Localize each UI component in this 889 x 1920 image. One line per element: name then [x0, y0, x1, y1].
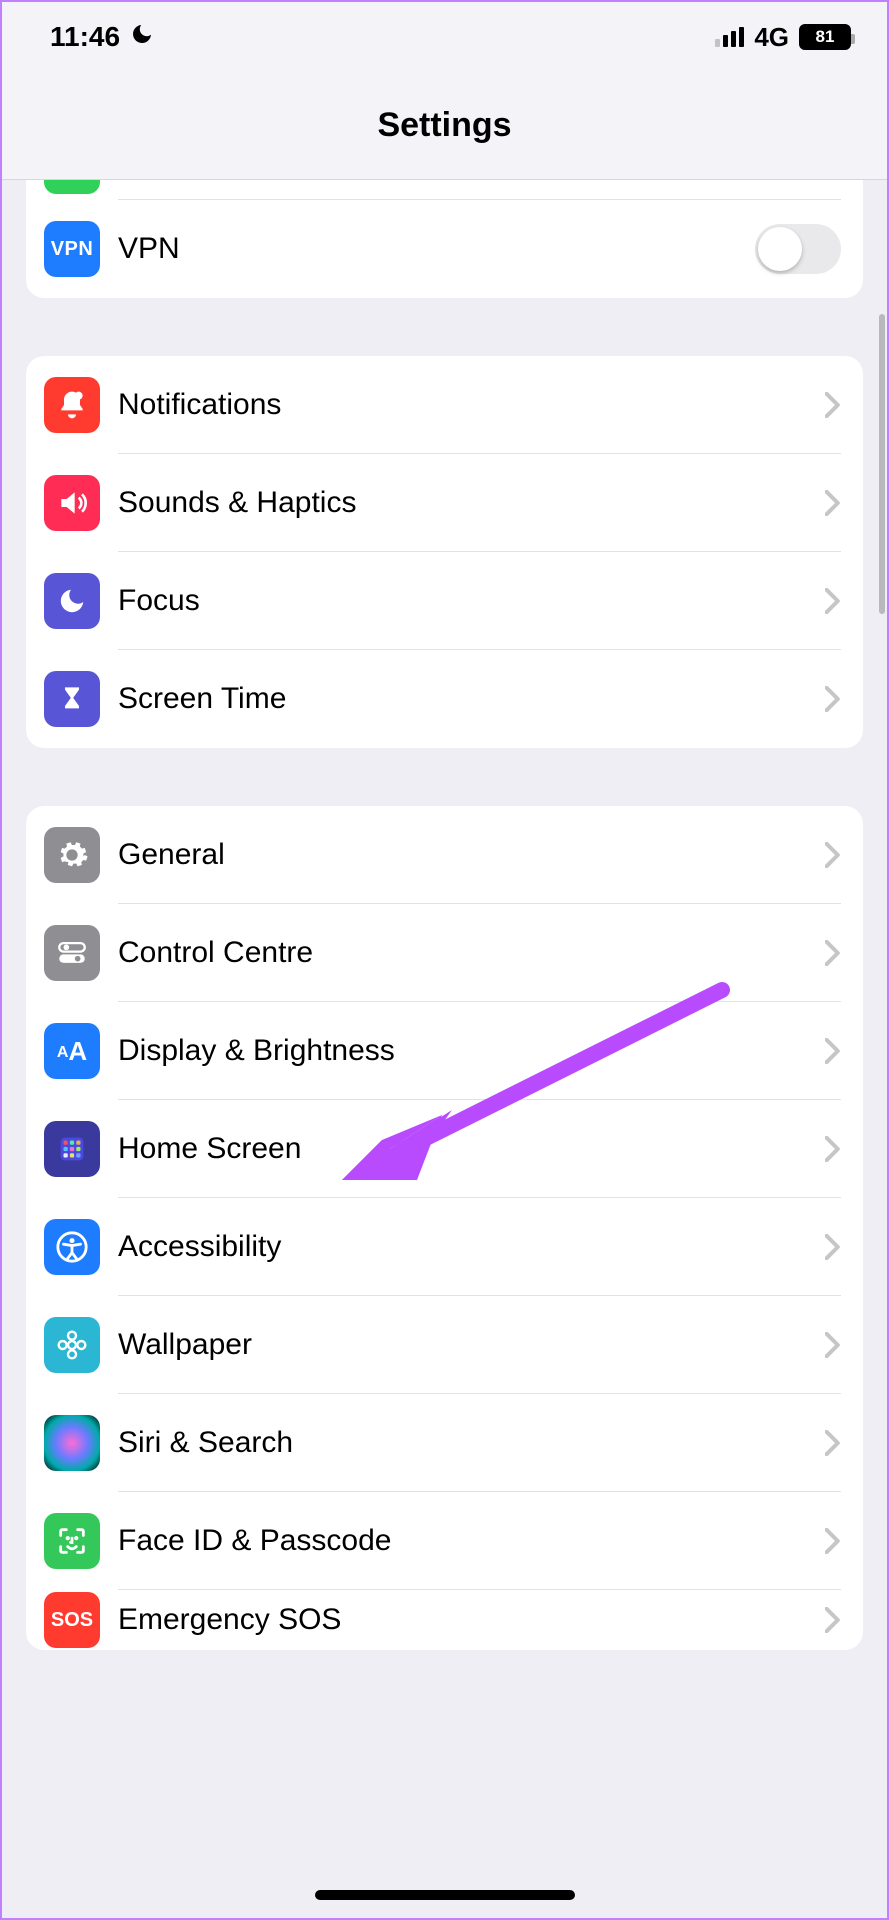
row-label: General	[118, 838, 225, 872]
row-general[interactable]: General	[26, 806, 863, 904]
chevron-right-icon	[825, 490, 841, 516]
row-label: Wallpaper	[118, 1328, 252, 1362]
chevron-right-icon	[825, 1607, 841, 1633]
status-left: 11:46	[50, 21, 154, 53]
chevron-right-icon	[825, 392, 841, 418]
status-time: 11:46	[50, 21, 120, 53]
group-general: General Control Centre AA Display & Brig…	[26, 806, 863, 1650]
chevron-right-icon	[825, 940, 841, 966]
battery-icon: 81	[799, 24, 851, 50]
row-label: Notifications	[118, 388, 281, 422]
chevron-right-icon	[825, 1430, 841, 1456]
sos-icon-text: SOS	[51, 1609, 93, 1632]
cellular-signal-icon	[715, 27, 744, 47]
row-sounds[interactable]: Sounds & Haptics	[26, 454, 863, 552]
chevron-right-icon	[825, 1038, 841, 1064]
nav-header: Settings	[2, 72, 887, 180]
row-siri[interactable]: Siri & Search	[26, 1394, 863, 1492]
text-size-icon: AA	[44, 1023, 100, 1079]
row-faceid[interactable]: Face ID & Passcode	[26, 1492, 863, 1590]
previous-row-icon	[44, 180, 100, 194]
toggle-knob	[758, 227, 802, 271]
row-label: VPN	[118, 232, 180, 266]
row-display[interactable]: AA Display & Brightness	[26, 1002, 863, 1100]
network-type: 4G	[754, 22, 789, 53]
row-label: Control Centre	[118, 936, 313, 970]
face-id-icon	[44, 1513, 100, 1569]
chevron-right-icon	[825, 1528, 841, 1554]
row-label: Screen Time	[118, 682, 286, 716]
flower-icon	[44, 1317, 100, 1373]
status-right: 4G 81	[715, 22, 851, 53]
row-focus[interactable]: Focus	[26, 552, 863, 650]
chevron-right-icon	[825, 1234, 841, 1260]
gear-icon	[44, 827, 100, 883]
row-label: Face ID & Passcode	[118, 1524, 391, 1558]
home-indicator[interactable]	[315, 1890, 575, 1900]
row-label: Siri & Search	[118, 1426, 293, 1460]
vpn-toggle[interactable]	[755, 224, 841, 274]
vpn-icon: VPN	[44, 221, 100, 277]
row-screentime[interactable]: Screen Time	[26, 650, 863, 748]
chevron-right-icon	[825, 842, 841, 868]
row-wallpaper[interactable]: Wallpaper	[26, 1296, 863, 1394]
row-label: Focus	[118, 584, 200, 618]
row-accessibility[interactable]: Accessibility	[26, 1198, 863, 1296]
row-label: Home Screen	[118, 1132, 301, 1166]
chevron-right-icon	[825, 686, 841, 712]
moon-icon	[44, 573, 100, 629]
toggles-icon	[44, 925, 100, 981]
hourglass-icon	[44, 671, 100, 727]
bell-icon	[44, 377, 100, 433]
row-homescreen[interactable]: Home Screen	[26, 1100, 863, 1198]
page-title: Settings	[377, 106, 511, 145]
status-bar: 11:46 4G 81	[2, 2, 887, 72]
row-label: Accessibility	[118, 1230, 281, 1264]
row-sos[interactable]: SOS Emergency SOS	[26, 1590, 863, 1650]
row-label: Emergency SOS	[118, 1603, 341, 1637]
app-grid-icon	[44, 1121, 100, 1177]
row-vpn[interactable]: VPN VPN	[26, 200, 863, 298]
settings-list[interactable]: VPN VPN Notifications	[2, 180, 887, 1650]
speaker-icon	[44, 475, 100, 531]
accessibility-icon	[44, 1219, 100, 1275]
row-controlcentre[interactable]: Control Centre	[26, 904, 863, 1002]
group-connectivity: VPN VPN	[26, 180, 863, 298]
row-label: Sounds & Haptics	[118, 486, 356, 520]
row-notifications[interactable]: Notifications	[26, 356, 863, 454]
sos-icon: SOS	[44, 1592, 100, 1648]
group-attention: Notifications Sounds & Haptics Focus	[26, 356, 863, 748]
chevron-right-icon	[825, 588, 841, 614]
row-label: Display & Brightness	[118, 1034, 395, 1068]
chevron-right-icon	[825, 1136, 841, 1162]
chevron-right-icon	[825, 1332, 841, 1358]
siri-icon	[44, 1415, 100, 1471]
moon-icon	[130, 21, 154, 53]
battery-percent: 81	[816, 27, 835, 47]
row-previous-cutoff[interactable]	[26, 180, 863, 200]
vpn-icon-text: VPN	[51, 238, 94, 261]
